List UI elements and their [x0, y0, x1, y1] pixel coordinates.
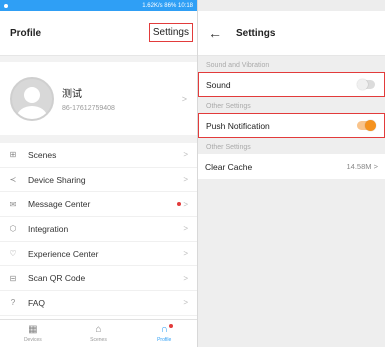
status-right: 1.62K/s 86% 10:18 [142, 3, 193, 9]
tab-label: Scenes [90, 336, 107, 343]
tab-profile[interactable]: ∩ Profile [131, 320, 197, 347]
menu-item-label: Device Sharing [28, 174, 86, 185]
sound-label: Sound [206, 79, 231, 90]
settings-button[interactable]: Settings [148, 23, 193, 42]
menu-item-message-center[interactable]: ✉ Message Center > [0, 192, 197, 218]
share-icon: ≺ [9, 175, 17, 185]
cube-icon: ⬡ [9, 224, 17, 234]
profile-screen: 1.62K/s 86% 10:18 Profile Settings 测试 86… [0, 0, 197, 347]
chevron-right-icon: > [183, 249, 188, 259]
menu-item-device-sharing[interactable]: ≺ Device Sharing > [0, 168, 197, 193]
profile-icon: ∩ [160, 323, 168, 335]
clear-cache-row[interactable]: Clear Cache 14.58M > [198, 154, 385, 179]
notification-icon [4, 3, 8, 8]
menu-item-integration[interactable]: ⬡ Integration > [0, 217, 197, 242]
status-bar-dim [198, 0, 385, 11]
menu-item-scan-qr-code[interactable]: ⊟ Scan QR Code > [0, 266, 197, 292]
chevron-right-icon: > [181, 93, 187, 104]
chevron-right-icon: > [183, 273, 188, 283]
menu-item-label: Scan QR Code [28, 273, 86, 284]
page-title: Profile [10, 27, 42, 39]
chevron-right-icon: > [183, 150, 188, 160]
chevron-right-icon: > [183, 199, 188, 209]
menu-item-scenes[interactable]: ⊞ Scenes > [0, 143, 197, 168]
profile-menu: ⊞ Scenes > ≺ Device Sharing > ✉ Message Center >… [0, 143, 197, 341]
page-title: Settings [236, 27, 276, 39]
chevron-right-icon: > [183, 298, 188, 308]
scenes-icon: ⊞ [9, 150, 17, 160]
user-phone: 86-17612759408 [62, 105, 115, 112]
back-arrow-icon[interactable]: ← [208, 26, 222, 40]
settings-screen: ← Settings Sound and Vibration Sound Oth… [197, 0, 385, 347]
sound-toggle[interactable] [357, 79, 375, 90]
clock: 10:18 [177, 2, 193, 9]
notification-dot [168, 324, 173, 328]
sound-row: Sound [198, 72, 385, 97]
tab-label: Devices [23, 336, 42, 343]
section-header-other-2: Other Settings [206, 144, 251, 151]
battery-level: 86% [164, 2, 177, 9]
status-icons-left [4, 3, 8, 8]
menu-item-faq[interactable]: ? FAQ > [0, 291, 197, 316]
tab-scenes[interactable]: ⌂ Scenes [66, 320, 132, 347]
chevron-right-icon: > [183, 224, 188, 234]
tab-devices[interactable]: ▦ Devices [0, 320, 66, 347]
heart-icon: ♡ [9, 249, 17, 259]
chevron-right-icon: > [183, 175, 188, 185]
cache-size: 14.58M > [346, 162, 379, 171]
menu-item-label: Message Center [28, 199, 91, 210]
menu-item-label: FAQ [28, 297, 46, 308]
push-notification-row: Push Notification [198, 113, 385, 138]
status-bar: 1.62K/s 86% 10:18 [0, 0, 197, 11]
question-icon: ? [10, 298, 16, 308]
menu-item-label: Integration [28, 223, 69, 234]
push-notification-label: Push Notification [206, 120, 270, 131]
profile-card[interactable]: 测试 86-17612759408 > [0, 62, 197, 135]
section-header-sound: Sound and Vibration [206, 62, 270, 69]
scan-icon: ⊟ [9, 273, 17, 283]
user-name: 测试 [62, 89, 82, 100]
menu-item-experience-center[interactable]: ♡ Experience Center > [0, 242, 197, 267]
section-header-other: Other Settings [206, 103, 251, 110]
network-speed: 1.62K/s [142, 2, 163, 9]
push-notification-toggle[interactable] [357, 120, 376, 131]
profile-app-bar: Profile Settings [0, 11, 197, 56]
menu-item-label: Scenes [28, 149, 57, 160]
menu-item-label: Experience Center [28, 248, 99, 259]
clear-cache-label: Clear Cache [205, 161, 253, 172]
message-icon: ✉ [9, 199, 17, 209]
grid-icon: ▦ [28, 323, 38, 335]
avatar [10, 76, 54, 121]
settings-app-bar: ← Settings [198, 11, 385, 56]
bottom-tab-bar: ▦ Devices ⌂ Scenes ∩ Profile [0, 319, 197, 347]
home-icon: ⌂ [95, 323, 102, 335]
unread-badge [177, 202, 181, 207]
tab-label: Profile [157, 336, 172, 343]
